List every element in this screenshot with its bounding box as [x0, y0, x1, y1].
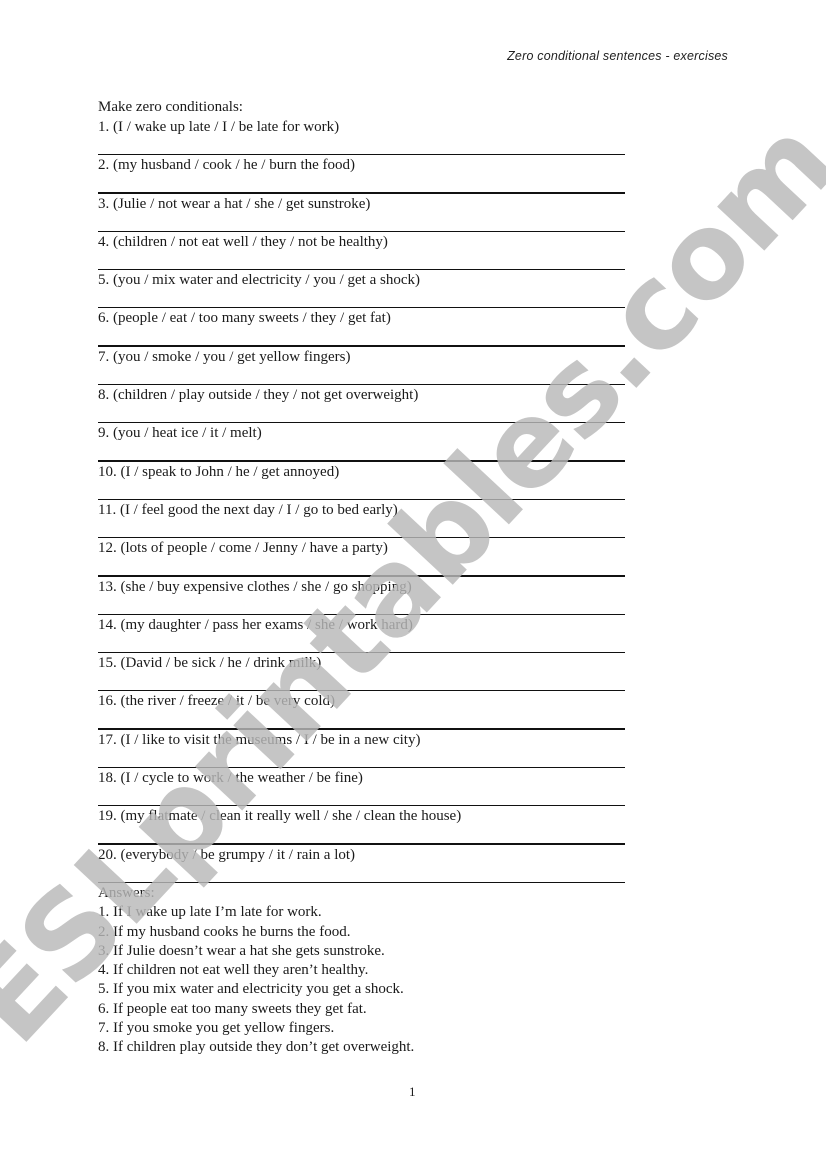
exercise-item: 11. (I / feel good the next day / I / go…	[98, 500, 625, 539]
exercise-item: 2. (my husband / cook / he / burn the fo…	[98, 155, 625, 194]
exercise-item: 6. (people / eat / too many sweets / the…	[98, 308, 625, 347]
exercise-prompt: 16. (the river / freeze / it / be very c…	[98, 693, 335, 710]
page-header-title: Zero conditional sentences - exercises	[507, 49, 728, 63]
exercise-item: 20. (everybody / be grumpy / it / rain a…	[98, 845, 625, 883]
exercise-item: 9. (you / heat ice / it / melt)	[98, 423, 625, 462]
exercise-item: 13. (she / buy expensive clothes / she /…	[98, 577, 625, 615]
exercise-prompt: 9. (you / heat ice / it / melt)	[98, 425, 262, 442]
answer-item: 7. If you smoke you get yellow fingers.	[98, 1020, 335, 1037]
exercise-item: 8. (children / play outside / they / not…	[98, 385, 625, 424]
answer-item: 8. If children play outside they don’t g…	[98, 1039, 415, 1056]
answer-item: 6. If people eat too many sweets they ge…	[98, 1000, 367, 1017]
exercise-item: 3. (Julie / not wear a hat / she / get s…	[98, 194, 625, 232]
exercise-item: 15. (David / be sick / he / drink milk)	[98, 653, 625, 692]
answer-item: 3. If Julie doesn’t wear a hat she gets …	[98, 942, 385, 959]
exercise-prompt: 20. (everybody / be grumpy / it / rain a…	[98, 846, 356, 863]
page-number: 1	[409, 1084, 416, 1099]
exercise-prompt: 17. (I / like to visit the museums / I /…	[98, 731, 421, 748]
exercise-prompt: 18. (I / cycle to work / the weather / b…	[98, 770, 363, 787]
exercise-item: 14. (my daughter / pass her exams / she …	[98, 615, 625, 654]
exercise-prompt: 12. (lots of people / come / Jenny / hav…	[98, 540, 388, 557]
worksheet-page: Zero conditional sentences - exercises M…	[0, 0, 826, 1169]
exercise-prompt: 6. (people / eat / too many sweets / the…	[98, 310, 391, 327]
exercise-item: 5. (you / mix water and electricity / yo…	[98, 270, 625, 309]
exercise-prompt: 2. (my husband / cook / he / burn the fo…	[98, 157, 356, 174]
exercise-prompt: 10. (I / speak to John / he / get annoye…	[98, 463, 340, 480]
answer-line	[98, 881, 625, 883]
exercise-item: 19. (my flatmate / clean it really well …	[98, 806, 625, 845]
exercise-item: 10. (I / speak to John / he / get annoye…	[98, 462, 625, 500]
exercise-prompt: 8. (children / play outside / they / not…	[98, 387, 419, 404]
answer-item: 2. If my husband cooks he burns the food…	[98, 923, 351, 940]
exercise-item: 4. (children / not eat well / they / not…	[98, 232, 625, 271]
exercise-item: 1. (I / wake up late / I / be late for w…	[98, 117, 625, 156]
exercise-item: 16. (the river / freeze / it / be very c…	[98, 691, 625, 730]
exercise-prompt: 15. (David / be sick / he / drink milk)	[98, 655, 322, 672]
exercise-item: 12. (lots of people / come / Jenny / hav…	[98, 538, 625, 577]
exercise-prompt: 13. (she / buy expensive clothes / she /…	[98, 578, 412, 595]
exercise-prompt: 5. (you / mix water and electricity / yo…	[98, 272, 420, 289]
exercise-prompt: 11. (I / feel good the next day / I / go…	[98, 501, 398, 518]
answer-item: 1. If I wake up late I’m late for work.	[98, 904, 322, 921]
exercise-prompt: 3. (Julie / not wear a hat / she / get s…	[98, 195, 371, 212]
exercise-prompt: 7. (you / smoke / you / get yellow finge…	[98, 348, 351, 365]
exercise-item: 7. (you / smoke / you / get yellow finge…	[98, 347, 625, 386]
exercise-prompt: 19. (my flatmate / clean it really well …	[98, 808, 462, 825]
answers-section: Answers: 1. If I wake up late I’m late f…	[98, 884, 414, 1058]
exercise-item: 18. (I / cycle to work / the weather / b…	[98, 768, 625, 807]
exercise-prompt: 14. (my daughter / pass her exams / she …	[98, 616, 413, 633]
answer-list: 1. If I wake up late I’m late for work. 2…	[98, 903, 414, 1057]
answers-title: Answers:	[98, 885, 155, 901]
exercise-prompt: 1. (I / wake up late / I / be late for w…	[98, 119, 340, 135]
exercise-item: 17. (I / like to visit the museums / I /…	[98, 730, 625, 769]
answer-item: 5. If you mix water and electricity you …	[98, 981, 404, 998]
exercise-prompt: 4. (children / not eat well / they / not…	[98, 233, 388, 250]
answer-item: 4. If children not eat well they aren’t …	[98, 962, 369, 979]
exercise-list: 1. (I / wake up late / I / be late for w…	[98, 117, 625, 883]
instructions-text: Make zero conditionals:	[98, 99, 243, 115]
